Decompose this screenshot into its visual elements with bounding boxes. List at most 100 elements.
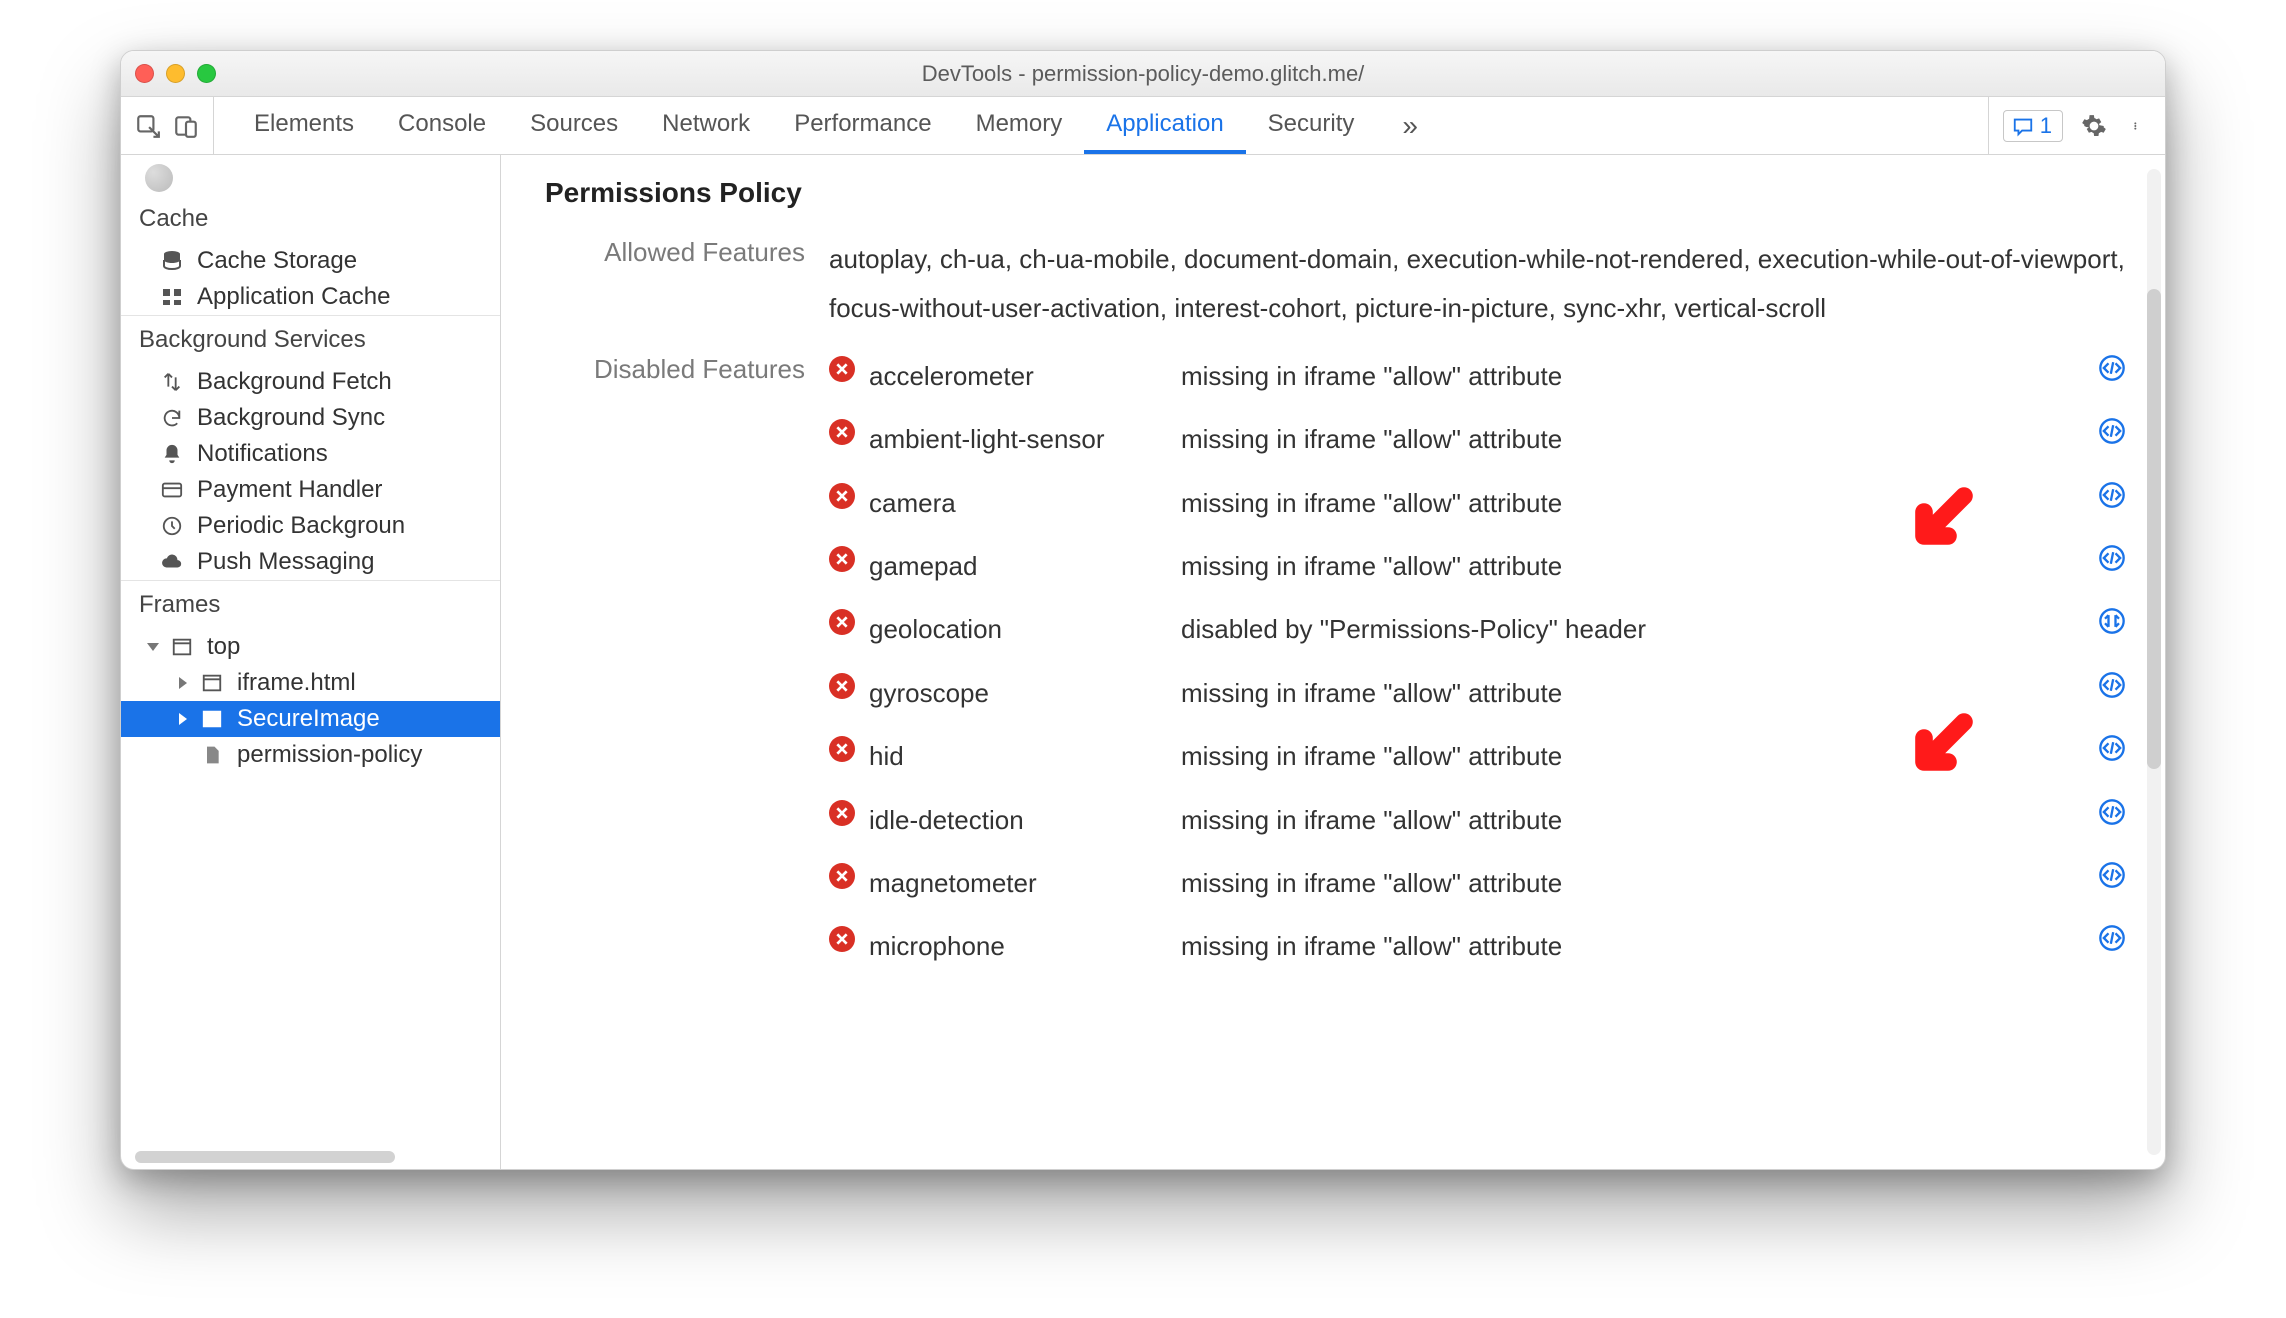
feature-name: accelerometer (869, 352, 1169, 401)
disabled-feature-row: cameramissing in iframe "allow" attribut… (829, 479, 2135, 528)
kebab-menu-icon[interactable] (2125, 113, 2151, 139)
error-icon (829, 546, 855, 572)
close-window-button[interactable] (135, 64, 154, 83)
error-icon (829, 419, 855, 445)
sidebar-section-cache: Cache (121, 195, 500, 243)
avatar-icon (145, 164, 173, 192)
feature-reason: missing in iframe "allow" attribute (1181, 732, 2077, 781)
disabled-feature-row: geolocationdisabled by "Permissions-Poli… (829, 605, 2135, 654)
zoom-window-button[interactable] (197, 64, 216, 83)
disabled-feature-row: microphonemissing in iframe "allow" attr… (829, 922, 2135, 971)
window-controls (135, 64, 216, 83)
tab-sources[interactable]: Sources (508, 97, 640, 154)
sidebar-item-notifications[interactable]: Notifications (121, 436, 500, 472)
feature-reason: missing in iframe "allow" attribute (1181, 415, 2077, 464)
more-panels-button[interactable]: » (1384, 110, 1436, 142)
grid-icon (159, 284, 185, 310)
disabled-feature-row: gamepadmissing in iframe "allow" attribu… (829, 542, 2135, 591)
tab-application[interactable]: Application (1084, 97, 1245, 154)
feature-reason: missing in iframe "allow" attribute (1181, 352, 2077, 401)
tab-console[interactable]: Console (376, 97, 508, 154)
window-title: DevTools - permission-policy-demo.glitch… (121, 61, 2165, 87)
feature-name: hid (869, 732, 1169, 781)
disabled-feature-row: magnetometermissing in iframe "allow" at… (829, 859, 2135, 908)
sidebar-item-background-fetch[interactable]: Background Fetch (121, 364, 500, 400)
device-toggle-icon[interactable] (173, 113, 199, 139)
scrollbar-thumb[interactable] (2147, 289, 2161, 769)
error-icon (829, 609, 855, 635)
tab-network[interactable]: Network (640, 97, 772, 154)
reveal-source-button[interactable] (2089, 415, 2135, 445)
feature-reason: missing in iframe "allow" attribute (1181, 922, 2077, 971)
sidebar-item-payment-handler[interactable]: Payment Handler (121, 472, 500, 508)
frame-tree-item-permission-policy[interactable]: permission-policy (121, 737, 500, 773)
feature-name: gamepad (869, 542, 1169, 591)
clock-icon (159, 513, 185, 539)
sidebar-item-cache-storage[interactable]: Cache Storage (121, 243, 500, 279)
transfer-icon (159, 369, 185, 395)
sidebar-section-background-services: Background Services (121, 315, 500, 364)
caret-right-icon (179, 677, 187, 689)
feature-reason: missing in iframe "allow" attribute (1181, 669, 2077, 718)
inspect-icon[interactable] (135, 113, 161, 139)
allowed-features-value: autoplay, ch-ua, ch-ua-mobile, document-… (829, 235, 2135, 334)
sidebar-section-frames: Frames (121, 580, 500, 629)
document-icon (199, 742, 225, 768)
sidebar-item-push-messaging[interactable]: Push Messaging (121, 544, 500, 580)
disabled-features-label: Disabled Features (545, 352, 805, 385)
frame-tree-item-secureimage[interactable]: SecureImage (121, 701, 500, 737)
sidebar-item-background-sync[interactable]: Background Sync (121, 400, 500, 436)
frame-icon (199, 670, 225, 696)
reveal-source-button[interactable] (2089, 922, 2135, 952)
reveal-source-button[interactable] (2089, 859, 2135, 889)
panel-title: Permissions Policy (545, 177, 2135, 209)
reveal-source-button[interactable] (2089, 669, 2135, 699)
card-icon (159, 477, 185, 503)
feature-reason: disabled by "Permissions-Policy" header (1181, 605, 2077, 654)
sidebar-item-application-cache[interactable]: Application Cache (121, 279, 500, 315)
tab-elements[interactable]: Elements (232, 97, 376, 154)
feature-reason: missing in iframe "allow" attribute (1181, 479, 2077, 528)
database-icon (159, 248, 185, 274)
sidebar-item-periodic-background[interactable]: Periodic Backgroun (121, 508, 500, 544)
bell-icon (159, 441, 185, 467)
reveal-source-button[interactable] (2089, 796, 2135, 826)
error-icon (829, 926, 855, 952)
frame-tree-item-iframe[interactable]: iframe.html (121, 665, 500, 701)
feature-name: geolocation (869, 605, 1169, 654)
reveal-network-button[interactable] (2089, 605, 2135, 635)
feature-reason: missing in iframe "allow" attribute (1181, 859, 2077, 908)
reveal-source-button[interactable] (2089, 352, 2135, 382)
error-icon (829, 863, 855, 889)
reveal-source-button[interactable] (2089, 479, 2135, 509)
sync-icon (159, 405, 185, 431)
disabled-feature-row: idle-detectionmissing in iframe "allow" … (829, 796, 2135, 845)
application-sidebar: Cache Cache Storage Application Cache Ba… (121, 155, 501, 1169)
cloud-icon (159, 549, 185, 575)
feature-name: camera (869, 479, 1169, 528)
issues-badge[interactable]: 1 (2003, 110, 2063, 142)
reveal-source-button[interactable] (2089, 732, 2135, 762)
frame-tree-root[interactable]: top (121, 629, 500, 665)
feature-reason: missing in iframe "allow" attribute (1181, 796, 2077, 845)
error-icon (829, 356, 855, 382)
feature-reason: missing in iframe "allow" attribute (1181, 542, 2077, 591)
error-icon (829, 483, 855, 509)
panel-vertical-scrollbar[interactable] (2147, 169, 2161, 1155)
window-icon (169, 634, 195, 660)
reveal-source-button[interactable] (2089, 542, 2135, 572)
tab-performance[interactable]: Performance (772, 97, 953, 154)
minimize-window-button[interactable] (166, 64, 185, 83)
titlebar: DevTools - permission-policy-demo.glitch… (121, 51, 2165, 97)
tab-security[interactable]: Security (1246, 97, 1377, 154)
feature-name: idle-detection (869, 796, 1169, 845)
disabled-feature-row: gyroscopemissing in iframe "allow" attri… (829, 669, 2135, 718)
gear-icon[interactable] (2081, 113, 2107, 139)
feature-name: gyroscope (869, 669, 1169, 718)
disabled-feature-row: hidmissing in iframe "allow" attribute (829, 732, 2135, 781)
tab-memory[interactable]: Memory (954, 97, 1085, 154)
error-icon (829, 736, 855, 762)
issues-count: 1 (2040, 113, 2052, 139)
devtools-window: DevTools - permission-policy-demo.glitch… (120, 50, 2166, 1170)
sidebar-horizontal-scrollbar[interactable] (135, 1151, 395, 1163)
